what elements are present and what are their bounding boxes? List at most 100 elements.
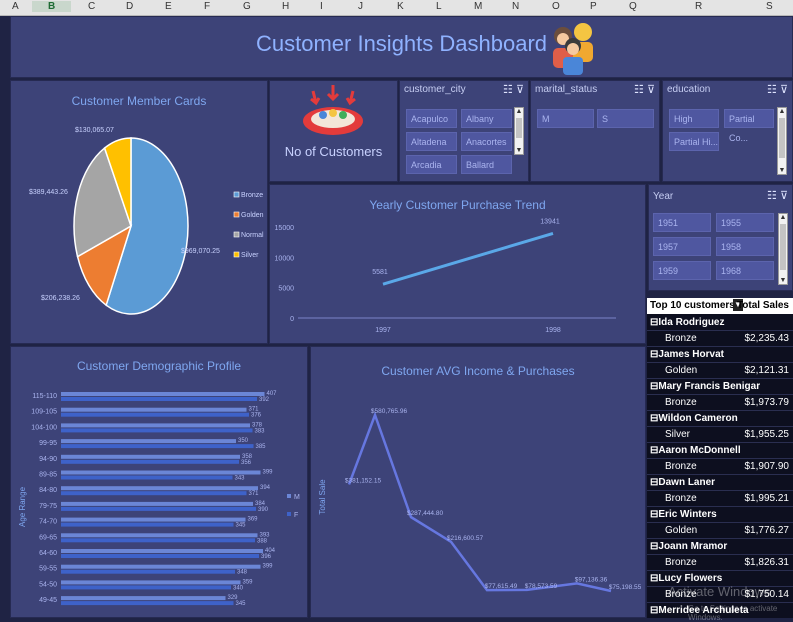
- pie-legend-label: Golden: [241, 212, 264, 219]
- column-header-S[interactable]: S: [766, 1, 773, 12]
- year-slicer: Year ☷ ⊽ 1951 1955 1957 1958 1959 1968 ▲ ▼: [648, 184, 793, 291]
- table-row-customer[interactable]: ⊟Joann Mramor: [647, 539, 793, 555]
- table-row-customer[interactable]: ⊟James Horvat: [647, 347, 793, 363]
- yearly-trend-line-chart[interactable]: 0 5000 10000 15000 1997 1998 5581 13941: [270, 185, 646, 344]
- column-header-O[interactable]: O: [552, 1, 560, 12]
- income-data-label: $580,765.96: [371, 408, 408, 415]
- customer-name[interactable]: ⊟Eric Winters: [650, 509, 717, 520]
- table-row-customer[interactable]: ⊟Ida Rodriguez: [647, 315, 793, 331]
- city-slicer-item[interactable]: Altadena: [406, 132, 457, 151]
- bar-m-label: 369: [248, 517, 259, 523]
- column-header-M[interactable]: M: [474, 1, 482, 12]
- y-tick-label: 5000: [278, 286, 294, 293]
- education-slicer: education ☷ ⊽ High Sch...Partial Co... Pa…: [662, 80, 793, 182]
- col-header-customers[interactable]: Top 10 customers: [650, 300, 735, 311]
- sales-value: $2,121.31: [744, 365, 790, 376]
- multi-select-icon[interactable]: ☷: [503, 84, 513, 96]
- city-slicer-item[interactable]: Acapulco: [406, 109, 457, 128]
- year-slicer-item[interactable]: 1957: [653, 237, 711, 256]
- customer-name[interactable]: ⊟James Horvat: [650, 349, 724, 360]
- column-header-P[interactable]: P: [590, 1, 597, 12]
- education-slicer-item[interactable]: Partial Co...: [724, 109, 774, 143]
- bar-f: [61, 554, 259, 558]
- city-slicer-item[interactable]: Albany: [461, 109, 512, 128]
- table-row-customer[interactable]: ⊟Eric Winters: [647, 507, 793, 523]
- table-row-customer[interactable]: ⊟Dawn Laner: [647, 475, 793, 491]
- education-slicer-item[interactable]: Partial Hi...: [669, 132, 719, 151]
- card-type: Bronze: [665, 461, 697, 472]
- customer-name[interactable]: ⊟Aaron McDonnell: [650, 445, 741, 456]
- year-slicer-item[interactable]: 1968: [716, 261, 774, 280]
- income-line-chart[interactable]: Total Sale $381,152.15 $580,765.96 $287,444…: [311, 347, 646, 618]
- table-row-card: Silver $1,955.25: [647, 427, 793, 443]
- bar-f-label: 345: [236, 523, 247, 529]
- column-header-D[interactable]: D: [126, 1, 133, 12]
- column-header-G[interactable]: G: [243, 1, 251, 12]
- bar-m: [61, 423, 250, 428]
- bar-m-label: 359: [243, 579, 254, 585]
- bar-m-label: 399: [263, 564, 274, 570]
- city-slicer-item[interactable]: Ballard: [461, 155, 512, 174]
- customer-name[interactable]: ⊟Joann Mramor: [650, 541, 727, 552]
- clear-filter-icon[interactable]: ⊽: [780, 84, 788, 96]
- table-row-customer[interactable]: ⊟Mary Francis Benigar: [647, 379, 793, 395]
- income-data-label: $78,573.59: [525, 583, 558, 590]
- column-header-F[interactable]: F: [204, 1, 210, 12]
- demographic-legend-label: F: [294, 512, 298, 519]
- year-slicer-scrollbar[interactable]: ▲ ▼: [778, 213, 788, 285]
- pie-data-label: $969,070.25: [181, 248, 220, 255]
- col-header-sales[interactable]: Total Sales: [737, 300, 789, 311]
- table-row-customer[interactable]: ⊟Aaron McDonnell: [647, 443, 793, 459]
- column-header-C[interactable]: C: [88, 1, 95, 12]
- education-slicer-item[interactable]: High Sch...: [669, 109, 719, 143]
- column-header-A[interactable]: A: [12, 1, 19, 12]
- city-slicer-item[interactable]: Anacortes: [461, 132, 512, 151]
- customer-name[interactable]: ⊟Wildon Cameron: [650, 413, 738, 424]
- year-slicer-item[interactable]: 1951: [653, 213, 711, 232]
- column-header-R[interactable]: R: [695, 1, 702, 12]
- column-header-L[interactable]: L: [436, 1, 442, 12]
- member-cards-pie-chart[interactable]: $969,070.25 $206,238.26 $389,443.26 $130,06…: [11, 81, 268, 344]
- year-slicer-item[interactable]: 1958: [716, 237, 774, 256]
- customer-name[interactable]: ⊟Ida Rodriguez: [650, 317, 725, 328]
- city-slicer-item[interactable]: Arcadia: [406, 155, 457, 174]
- age-range-label: 69-65: [39, 534, 57, 541]
- multi-select-icon[interactable]: ☷: [634, 84, 644, 96]
- year-slicer-item[interactable]: 1959: [653, 261, 711, 280]
- customer-name[interactable]: ⊟Dawn Laner: [650, 477, 715, 488]
- bar-f: [61, 538, 255, 543]
- table-row-customer[interactable]: ⊟Wildon Cameron: [647, 411, 793, 427]
- marital-slicer-item[interactable]: S: [597, 109, 654, 128]
- bar-f-label: 383: [255, 428, 266, 434]
- marital-slicer-item[interactable]: M: [537, 109, 594, 128]
- column-header-B[interactable]: B: [32, 1, 72, 12]
- customer-name[interactable]: ⊟Lucy Flowers: [650, 573, 722, 584]
- y-tick-label: 0: [290, 316, 294, 323]
- demographic-bar-chart[interactable]: Age Range115-110 407392109-105 371376104-1…: [11, 347, 308, 618]
- education-slicer-scrollbar[interactable]: ▲ ▼: [777, 107, 787, 175]
- customer-name[interactable]: ⊟Mary Francis Benigar: [650, 381, 760, 392]
- bar-f: [61, 444, 254, 449]
- column-header-H[interactable]: H: [282, 1, 289, 12]
- multi-select-icon[interactable]: ☷: [767, 84, 777, 96]
- column-header-N[interactable]: N: [512, 1, 519, 12]
- column-header-I[interactable]: I: [320, 1, 323, 12]
- year-slicer-title: Year: [653, 191, 674, 202]
- age-range-label: 109-105: [31, 409, 57, 416]
- column-header-J[interactable]: J: [358, 1, 363, 12]
- bar-f: [61, 585, 231, 590]
- clear-filter-icon[interactable]: ⊽: [780, 190, 788, 202]
- clear-filter-icon[interactable]: ⊽: [647, 84, 655, 96]
- age-range-label: 59-55: [39, 566, 57, 573]
- city-slicer-scrollbar[interactable]: ▲ ▼: [514, 107, 524, 155]
- bar-f-label: 390: [258, 507, 269, 513]
- column-header-K[interactable]: K: [397, 1, 404, 12]
- multi-select-icon[interactable]: ☷: [767, 190, 777, 202]
- clear-filter-icon[interactable]: ⊽: [516, 84, 524, 96]
- table-row-card: Golden $1,776.27: [647, 523, 793, 539]
- year-slicer-item[interactable]: 1955: [716, 213, 774, 232]
- column-header-E[interactable]: E: [165, 1, 172, 12]
- pie-data-label: $206,238.26: [41, 295, 80, 302]
- bar-m: [61, 564, 261, 569]
- column-header-Q[interactable]: Q: [629, 1, 637, 12]
